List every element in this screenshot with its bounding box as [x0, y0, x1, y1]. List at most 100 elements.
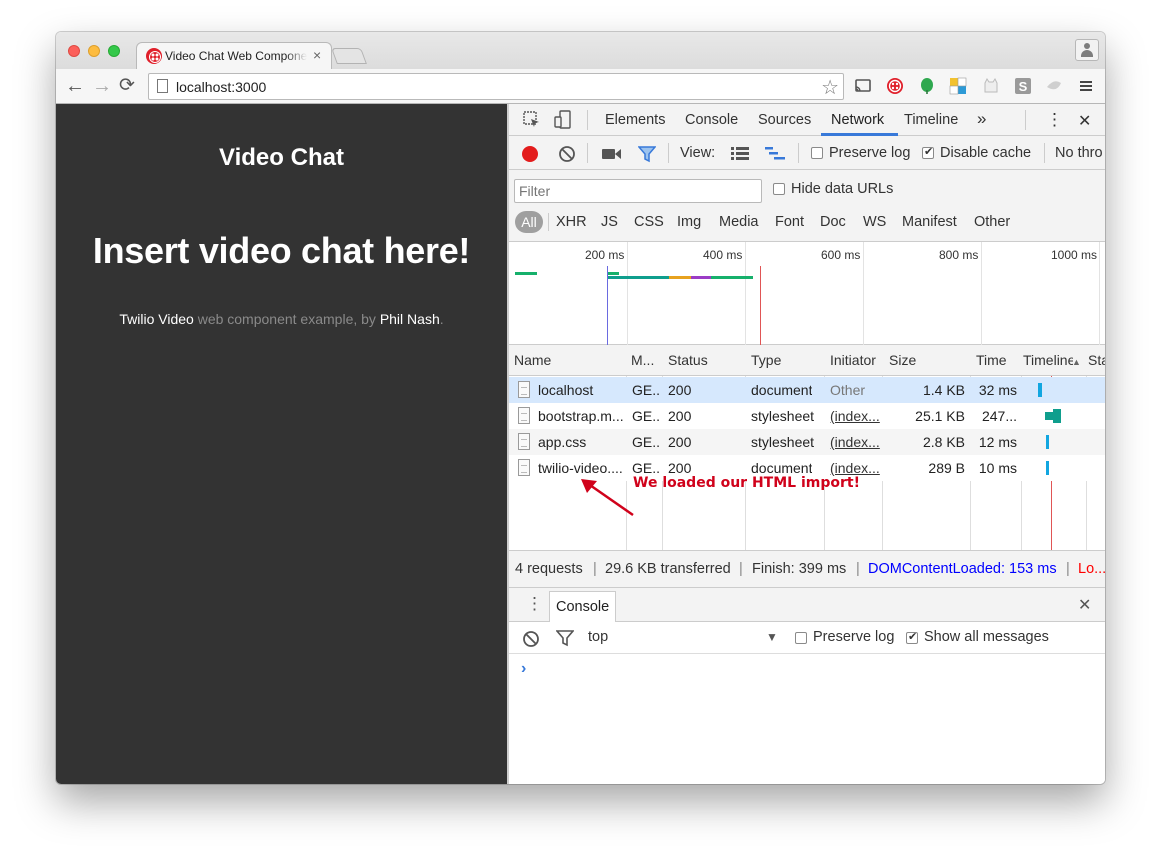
- tab-timeline[interactable]: Timeline: [904, 112, 958, 128]
- gray-extension-icon[interactable]: [1045, 77, 1063, 95]
- clear-icon[interactable]: [558, 145, 576, 163]
- network-summary-bar: 4 requests | 29.6 KB transferred | Finis…: [509, 550, 1105, 588]
- summary-load: Lo...: [1078, 561, 1105, 577]
- cast-icon[interactable]: [854, 77, 872, 95]
- type-filter-other[interactable]: Other: [974, 214, 1010, 230]
- request-size: 1.4 KB: [922, 382, 965, 398]
- twilio-video-link[interactable]: Twilio Video: [119, 311, 193, 327]
- column-start[interactable]: Sta: [1088, 352, 1105, 368]
- type-filter-manifest[interactable]: Manifest: [902, 214, 957, 230]
- profile-icon[interactable]: [1075, 39, 1099, 61]
- waterfall-view-icon[interactable]: [765, 147, 785, 161]
- translate-extension-icon[interactable]: [949, 77, 967, 95]
- summary-requests: 4 requests: [515, 561, 583, 577]
- document-icon: [518, 459, 530, 476]
- drawer-menu-icon[interactable]: ⋮: [526, 594, 543, 614]
- view-label: View:: [680, 145, 716, 161]
- window-maximize-button[interactable]: [108, 45, 120, 57]
- author-link[interactable]: Phil Nash: [380, 311, 440, 327]
- table-row[interactable]: app.css GE... 200 stylesheet (index... 2…: [509, 429, 1105, 455]
- hide-data-urls-checkbox[interactable]: [773, 183, 785, 195]
- cat-extension-icon[interactable]: [982, 77, 1000, 95]
- request-initiator-link[interactable]: (index...: [830, 460, 880, 476]
- column-method[interactable]: M...: [631, 352, 659, 368]
- throttling-select[interactable]: No thro: [1055, 145, 1103, 161]
- back-arrow-icon[interactable]: ←: [65, 73, 85, 99]
- sort-triangle-icon[interactable]: ▲: [1072, 357, 1081, 367]
- type-filter-xhr[interactable]: XHR: [556, 214, 587, 230]
- filter-icon[interactable]: [638, 146, 656, 163]
- twilio-favicon-icon: [146, 48, 162, 64]
- record-icon[interactable]: [522, 146, 538, 162]
- network-overview[interactable]: 200 ms 400 ms 600 ms 800 ms 1000 ms: [509, 242, 1105, 345]
- disable-cache-checkbox[interactable]: [922, 145, 934, 159]
- tab-sources[interactable]: Sources: [758, 112, 811, 128]
- tab-elements[interactable]: Elements: [605, 112, 665, 128]
- separator: [587, 143, 588, 163]
- column-initiator[interactable]: Initiator: [830, 352, 880, 368]
- kebab-menu-icon[interactable]: ⋮: [1046, 110, 1063, 130]
- table-row[interactable]: bootstrap.m... GE... 200 stylesheet (ind…: [509, 403, 1105, 429]
- address-bar[interactable]: localhost:3000 ☆: [148, 73, 844, 100]
- close-devtools-icon[interactable]: ✕: [1078, 111, 1091, 131]
- console-preserve-log-label: Preserve log: [813, 629, 895, 645]
- tab-network[interactable]: Network: [831, 112, 884, 128]
- column-type[interactable]: Type: [751, 352, 821, 368]
- overview-tick: 400 ms: [703, 248, 743, 262]
- page-main-title: Insert video chat here!: [92, 230, 471, 271]
- bookmark-star-icon[interactable]: ☆: [821, 75, 839, 100]
- waterfall-bar: [1046, 461, 1049, 475]
- console-preserve-log-checkbox[interactable]: [795, 632, 807, 644]
- browser-tab[interactable]: Video Chat Web Component ×: [136, 42, 332, 69]
- twilio-extension-icon[interactable]: [886, 77, 904, 95]
- show-all-messages-checkbox[interactable]: [906, 630, 918, 644]
- reload-icon[interactable]: ⟳: [119, 73, 135, 99]
- drawer-tab-console[interactable]: Console: [549, 591, 617, 622]
- window-close-button[interactable]: [68, 45, 80, 57]
- new-tab-button[interactable]: [331, 48, 367, 64]
- clear-console-icon[interactable]: [522, 630, 540, 648]
- window-minimize-button[interactable]: [88, 45, 100, 57]
- summary-separator: |: [593, 561, 597, 577]
- s-extension-icon[interactable]: S: [1014, 77, 1032, 95]
- column-time[interactable]: Time: [976, 352, 1018, 368]
- more-tabs-icon[interactable]: »: [977, 109, 986, 129]
- forward-arrow-icon[interactable]: →: [92, 73, 112, 99]
- capture-screenshots-icon[interactable]: [602, 147, 622, 161]
- type-filter-img[interactable]: Img: [677, 214, 701, 230]
- column-timeline[interactable]: Timeline: [1023, 352, 1073, 368]
- type-filter-all[interactable]: All: [515, 211, 543, 233]
- type-filter-media[interactable]: Media: [719, 214, 759, 230]
- type-filter-js[interactable]: JS: [601, 214, 618, 230]
- type-filter-doc[interactable]: Doc: [820, 214, 846, 230]
- request-name: bootstrap.m...: [538, 408, 624, 424]
- column-size[interactable]: Size: [889, 352, 967, 368]
- context-dropdown-icon[interactable]: ▼: [766, 630, 778, 644]
- request-initiator-link[interactable]: (index...: [830, 408, 880, 424]
- column-name[interactable]: Name: [514, 352, 622, 368]
- device-toolbar-icon[interactable]: [554, 110, 572, 130]
- tab-close-icon[interactable]: ×: [313, 47, 321, 63]
- green-leaf-extension-icon[interactable]: [918, 77, 936, 95]
- column-status[interactable]: Status: [668, 352, 742, 368]
- tab-console[interactable]: Console: [685, 112, 738, 128]
- devtools-panel: Elements Console Sources Network Timelin…: [507, 104, 1105, 784]
- hide-data-urls-label: Hide data URLs: [791, 181, 894, 197]
- console-prompt-icon[interactable]: ›: [521, 660, 526, 678]
- preserve-log-checkbox[interactable]: [811, 147, 823, 159]
- type-filter-font[interactable]: Font: [775, 214, 804, 230]
- request-initiator-link[interactable]: (index...: [830, 434, 880, 450]
- separator: [798, 143, 799, 163]
- request-status: 200: [668, 408, 692, 424]
- context-select[interactable]: top: [588, 629, 608, 645]
- close-drawer-icon[interactable]: ✕: [1078, 595, 1091, 615]
- type-filter-ws[interactable]: WS: [863, 214, 886, 230]
- console-filter-icon[interactable]: [556, 630, 574, 647]
- overview-tick: 600 ms: [821, 248, 861, 262]
- menu-icon[interactable]: [1077, 77, 1095, 95]
- inspect-element-icon[interactable]: [523, 111, 541, 129]
- type-filter-css[interactable]: CSS: [634, 214, 664, 230]
- large-rows-icon[interactable]: [731, 147, 749, 161]
- filter-input[interactable]: [514, 179, 762, 203]
- table-row[interactable]: localhost GE... 200 document Other 1.4 K…: [509, 377, 1105, 403]
